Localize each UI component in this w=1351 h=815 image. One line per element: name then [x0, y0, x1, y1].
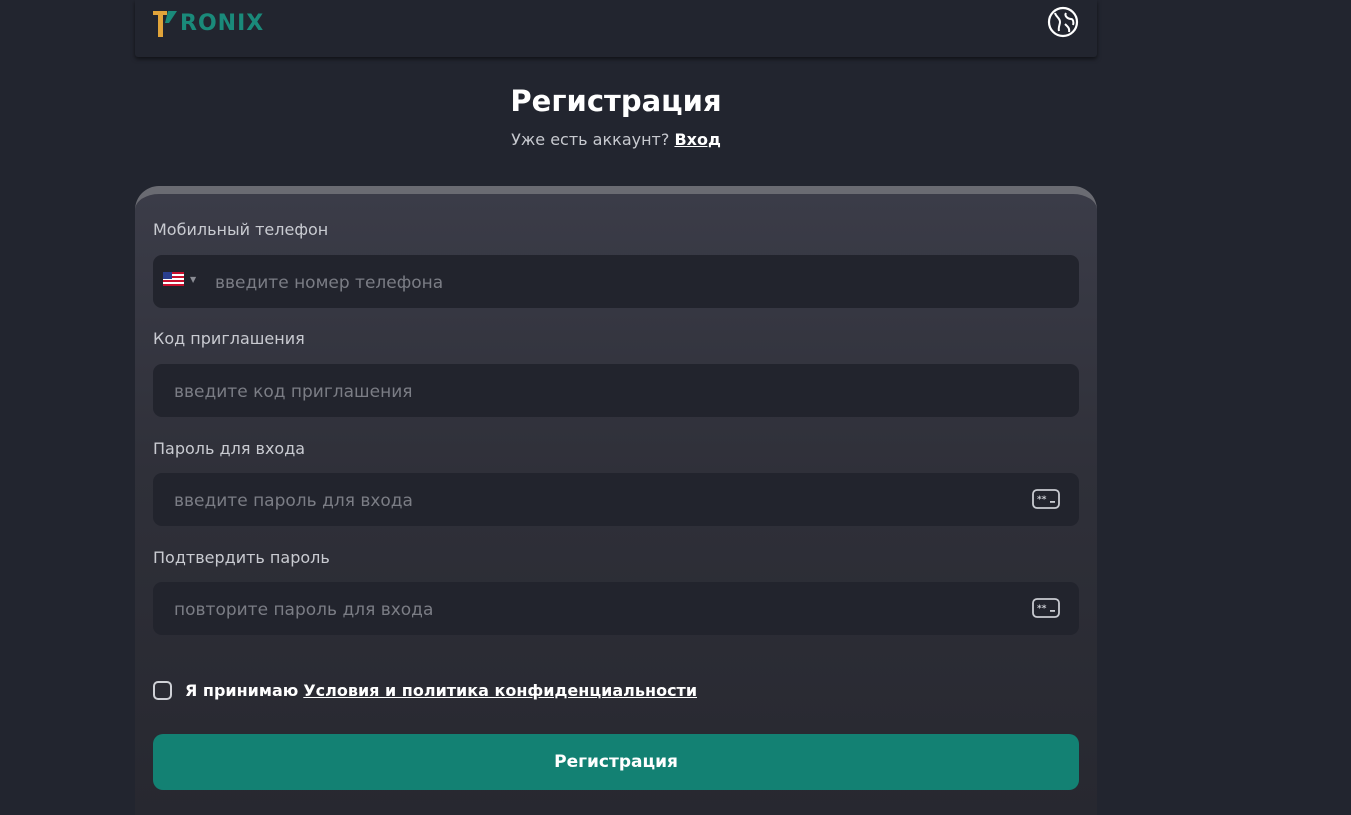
- us-flag-icon: [163, 272, 184, 286]
- confirm-visibility-toggle[interactable]: **: [1032, 598, 1060, 622]
- phone-field: ▼: [153, 255, 1079, 310]
- hidden-password-icon: **: [1032, 489, 1060, 509]
- logo-text: RONIX: [180, 11, 265, 36]
- hidden-password-icon: **: [1032, 598, 1060, 618]
- login-prompt-text: Уже есть аккаунт?: [511, 130, 670, 149]
- terms-agreement: Я принимаю Условия и политика конфиденци…: [153, 681, 697, 700]
- globe-icon: [1047, 6, 1079, 38]
- svg-text:**: **: [1037, 495, 1047, 505]
- invite-label: Код приглашения: [153, 329, 305, 348]
- password-field: **: [153, 473, 1079, 528]
- terms-link[interactable]: Условия и политика конфиденциальности: [303, 681, 697, 700]
- invite-field: [153, 364, 1079, 419]
- language-button[interactable]: [1047, 6, 1079, 38]
- country-select[interactable]: ▼: [163, 272, 196, 286]
- top-header: RONIX: [135, 0, 1097, 57]
- tronix-logo[interactable]: RONIX: [153, 9, 264, 39]
- password-label: Пароль для входа: [153, 439, 306, 458]
- login-link[interactable]: Вход: [674, 130, 720, 149]
- svg-text:**: **: [1037, 604, 1047, 614]
- terms-prefix: Я принимаю: [185, 681, 299, 700]
- chevron-down-icon: ▼: [190, 274, 197, 284]
- phone-label: Мобильный телефон: [153, 220, 329, 239]
- login-prompt: Уже есть аккаунт? Вход: [0, 130, 1232, 149]
- password-input[interactable]: [172, 473, 1016, 528]
- invite-input[interactable]: [172, 364, 1066, 419]
- phone-input[interactable]: [213, 255, 1057, 310]
- confirm-password-label: Подтвердить пароль: [153, 548, 330, 567]
- password-visibility-toggle[interactable]: **: [1032, 489, 1060, 513]
- page-title: Регистрация: [510, 84, 722, 118]
- confirm-password-field: **: [153, 582, 1079, 637]
- register-button[interactable]: Регистрация: [153, 734, 1079, 790]
- confirm-password-input[interactable]: [172, 582, 1016, 637]
- registration-card: Мобильный телефон ▼ Код приглашения Паро…: [135, 186, 1097, 815]
- terms-checkbox[interactable]: [153, 681, 172, 700]
- logo-mark-icon: [153, 11, 177, 37]
